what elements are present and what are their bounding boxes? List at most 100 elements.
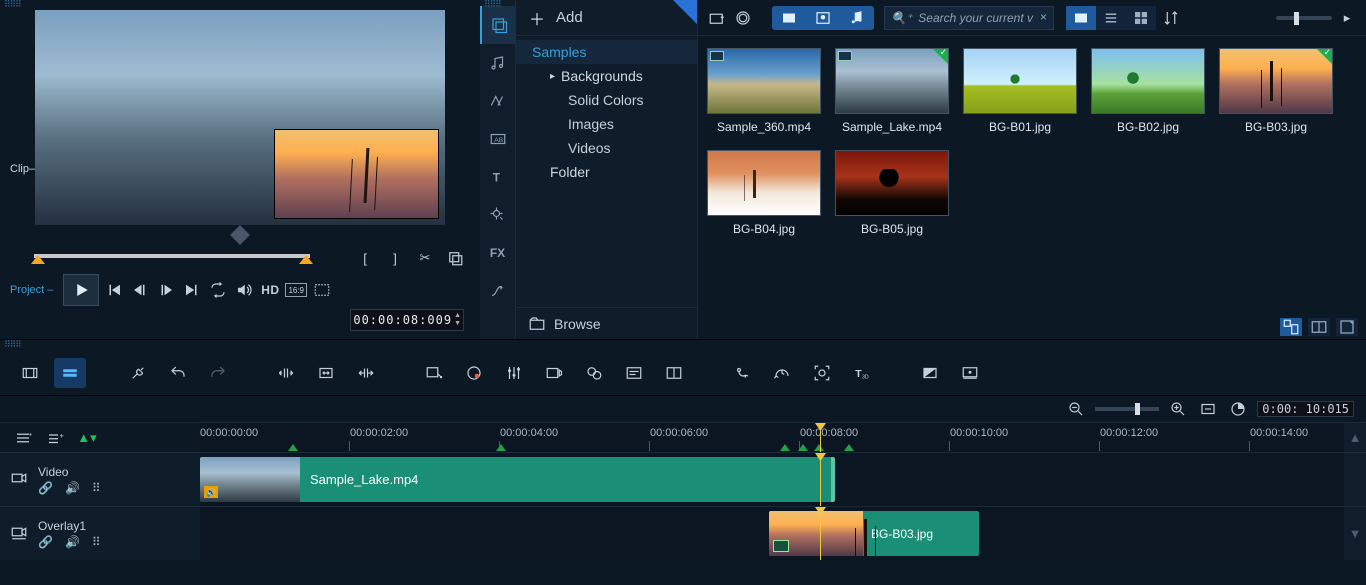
library-item[interactable]: BG-B01.jpg — [958, 44, 1082, 142]
scroll-down-button[interactable]: ▼ — [1344, 507, 1366, 560]
marker-menu[interactable]: ▲▾ — [76, 427, 98, 449]
3d-title-button[interactable]: T3D — [846, 358, 878, 388]
cue-marker[interactable] — [288, 444, 298, 451]
cue-marker[interactable] — [496, 444, 506, 451]
tree-backgrounds[interactable]: ▸Backgrounds — [516, 64, 697, 88]
track-link-icon[interactable]: 🔗 — [38, 535, 53, 549]
clip-trim-handle[interactable] — [831, 457, 835, 502]
panel-grip-timeline[interactable]: ⠿⠿⠿ — [0, 340, 1366, 350]
enlarge-preview-button[interactable] — [311, 279, 333, 301]
panel-layout-b[interactable] — [1308, 318, 1330, 336]
tree-folder[interactable]: Folder — [516, 160, 697, 184]
cue-marker[interactable] — [844, 444, 854, 451]
cue-marker[interactable] — [780, 444, 790, 451]
undo-button[interactable] — [162, 358, 194, 388]
multi-cam-button[interactable] — [578, 358, 610, 388]
redo-button[interactable] — [202, 358, 234, 388]
tree-solid-colors[interactable]: Solid Colors — [516, 88, 697, 112]
fit-timeline-button[interactable] — [1197, 398, 1219, 420]
library-item[interactable]: BG-B05.jpg — [830, 146, 954, 244]
go-start-button[interactable] — [103, 279, 125, 301]
zoom-out-button[interactable] — [1065, 398, 1087, 420]
panel-grip-preview[interactable]: ⠿⠿⠿ — [0, 0, 480, 10]
add-button-icon[interactable]: ＋ — [528, 9, 546, 27]
track-options-button[interactable]: + — [12, 427, 34, 449]
tree-samples[interactable]: Samples — [516, 40, 697, 64]
aspect-ratio-selector[interactable]: 16:9 — [285, 283, 307, 297]
show-all-tracks-button[interactable]: + — [44, 427, 66, 449]
sidebar-text[interactable]: T — [480, 158, 516, 196]
thumb-size-slider[interactable] — [1276, 16, 1332, 20]
next-frame-button[interactable] — [155, 279, 177, 301]
split-screen-button[interactable] — [658, 358, 690, 388]
mask-creator-button[interactable] — [458, 358, 490, 388]
stretch-tool-button[interactable] — [350, 358, 382, 388]
track-fx-icon[interactable]: ⠿ — [92, 535, 101, 549]
tree-images[interactable]: Images — [516, 112, 697, 136]
timeline-zoom-slider[interactable] — [1095, 407, 1159, 411]
view-thumbnails-button[interactable] — [1066, 6, 1096, 30]
project-duration[interactable]: 0:00: 10:015 — [1257, 401, 1354, 417]
hd-toggle[interactable]: HD — [259, 279, 281, 301]
mark-out-handle[interactable] — [299, 255, 313, 264]
mark-in-bracket[interactable]: [ — [354, 247, 376, 269]
audio-mixer-button[interactable] — [498, 358, 530, 388]
panel-grip-library[interactable]: ⠿⠿⠿ — [480, 0, 501, 10]
prev-frame-button[interactable] — [129, 279, 151, 301]
sidebar-graphics[interactable] — [480, 196, 516, 234]
track-link-icon[interactable]: 🔗 — [38, 481, 53, 495]
library-item[interactable]: Sample_360.mp4 — [702, 44, 826, 142]
panel-layout-a[interactable] — [1280, 318, 1302, 336]
chapter-marker[interactable] — [230, 225, 250, 245]
sidebar-sound[interactable] — [480, 44, 516, 82]
snapshot-button[interactable] — [444, 247, 466, 269]
cue-marker[interactable] — [798, 444, 808, 451]
mark-out-bracket[interactable]: ] — [384, 247, 406, 269]
sort-button[interactable] — [1160, 7, 1182, 29]
panel-options[interactable] — [1336, 318, 1358, 336]
preview-scrub-track[interactable] — [34, 254, 310, 258]
track-mute-icon[interactable]: 🔊 — [65, 481, 80, 495]
pan-zoom-button[interactable] — [418, 358, 450, 388]
library-item[interactable]: Sample_Lake.mp4 — [830, 44, 954, 142]
chroma-key-button[interactable] — [914, 358, 946, 388]
pin-ribbon[interactable] — [673, 0, 697, 24]
library-item[interactable]: BG-B03.jpg — [1214, 44, 1338, 142]
clip-overlay-main[interactable]: BG-B03.jpg — [769, 511, 979, 556]
capture-button[interactable] — [732, 7, 754, 29]
library-item[interactable]: BG-B02.jpg — [1086, 44, 1210, 142]
subtitle-editor-button[interactable] — [618, 358, 650, 388]
filter-photo[interactable] — [806, 6, 840, 30]
clip-video-main[interactable]: Sample_Lake.mp4 🔊 — [200, 457, 835, 502]
view-list-button[interactable] — [1096, 6, 1126, 30]
tools-menu-button[interactable] — [122, 358, 154, 388]
zoom-in-button[interactable] — [1167, 398, 1189, 420]
tree-videos[interactable]: Videos — [516, 136, 697, 160]
scroll-up-button[interactable]: ▲ — [1344, 423, 1366, 452]
track-mute-icon[interactable]: 🔊 — [65, 535, 80, 549]
motion-tracking-button[interactable] — [726, 358, 758, 388]
storyboard-view-button[interactable] — [14, 358, 46, 388]
sidebar-fx[interactable]: FX — [480, 234, 516, 272]
search-clear-icon[interactable]: × — [1040, 10, 1047, 24]
timeline-view-button[interactable] — [54, 358, 86, 388]
go-end-button[interactable] — [181, 279, 203, 301]
preview-timecode[interactable]: 00:00:08:009 ▲▼ — [350, 309, 464, 331]
face-detect-button[interactable] — [806, 358, 838, 388]
fit-project-button[interactable] — [310, 358, 342, 388]
sidebar-transitions[interactable] — [480, 82, 516, 120]
library-item[interactable]: BG-B04.jpg — [702, 146, 826, 244]
record-screen-button[interactable] — [954, 358, 986, 388]
import-button[interactable] — [706, 7, 728, 29]
loop-button[interactable] — [207, 279, 229, 301]
filter-video[interactable] — [772, 6, 806, 30]
mode-clip-label[interactable]: Clip — [10, 163, 29, 176]
view-grid-button[interactable] — [1126, 6, 1156, 30]
sidebar-title[interactable]: AB — [480, 120, 516, 158]
thumb-size-reset[interactable]: ▸ — [1336, 7, 1358, 29]
browse-button[interactable]: Browse — [516, 307, 697, 339]
time-remap-button[interactable] — [766, 358, 798, 388]
filter-audio[interactable] — [840, 6, 874, 30]
search-input[interactable]: 🔍⁺ Search your current v × — [884, 6, 1054, 30]
slip-tool-button[interactable] — [270, 358, 302, 388]
